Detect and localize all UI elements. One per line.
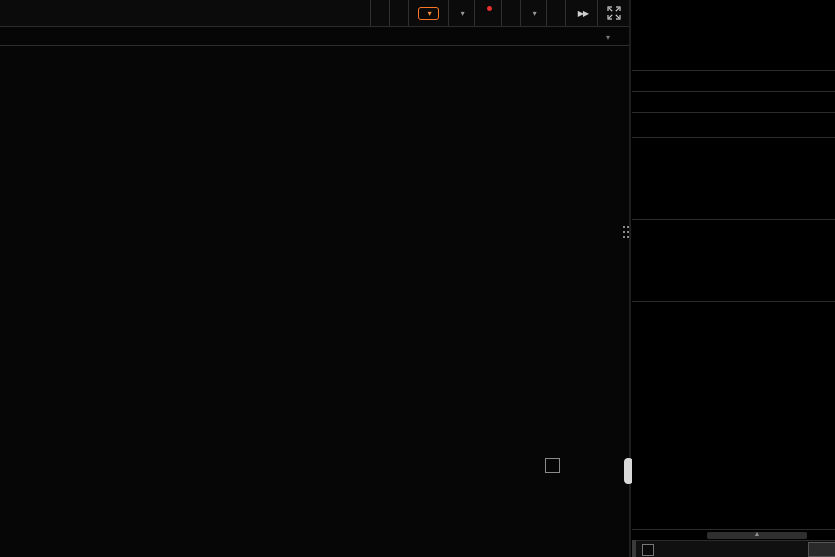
panel-footer	[632, 540, 835, 557]
stats-grid	[632, 302, 835, 530]
splitter-grip-icon[interactable]	[623, 226, 625, 228]
trade-status-row	[632, 71, 835, 92]
buy-queue	[632, 220, 835, 301]
only-current-checkbox[interactable]	[642, 544, 654, 556]
stock-trading-app: { "toolbar": { "zoom_in": "+", "zoom_out…	[0, 0, 835, 557]
quote-panel: ▲	[632, 0, 835, 557]
close-icon[interactable]	[545, 458, 560, 473]
weibi-row	[632, 92, 835, 113]
collapse-handle[interactable]: ▲	[707, 531, 807, 539]
chart-area: ▾ ▾ ▾ ▶▶ ▾	[0, 0, 630, 557]
quote-header	[632, 0, 835, 71]
sell-queue	[632, 138, 835, 219]
promo-banner	[632, 113, 835, 138]
footer-grip[interactable]	[632, 540, 636, 557]
indicator-toolbar	[0, 458, 630, 474]
panel-collapse-row: ▲	[632, 530, 835, 540]
settings-button[interactable]	[808, 542, 835, 557]
